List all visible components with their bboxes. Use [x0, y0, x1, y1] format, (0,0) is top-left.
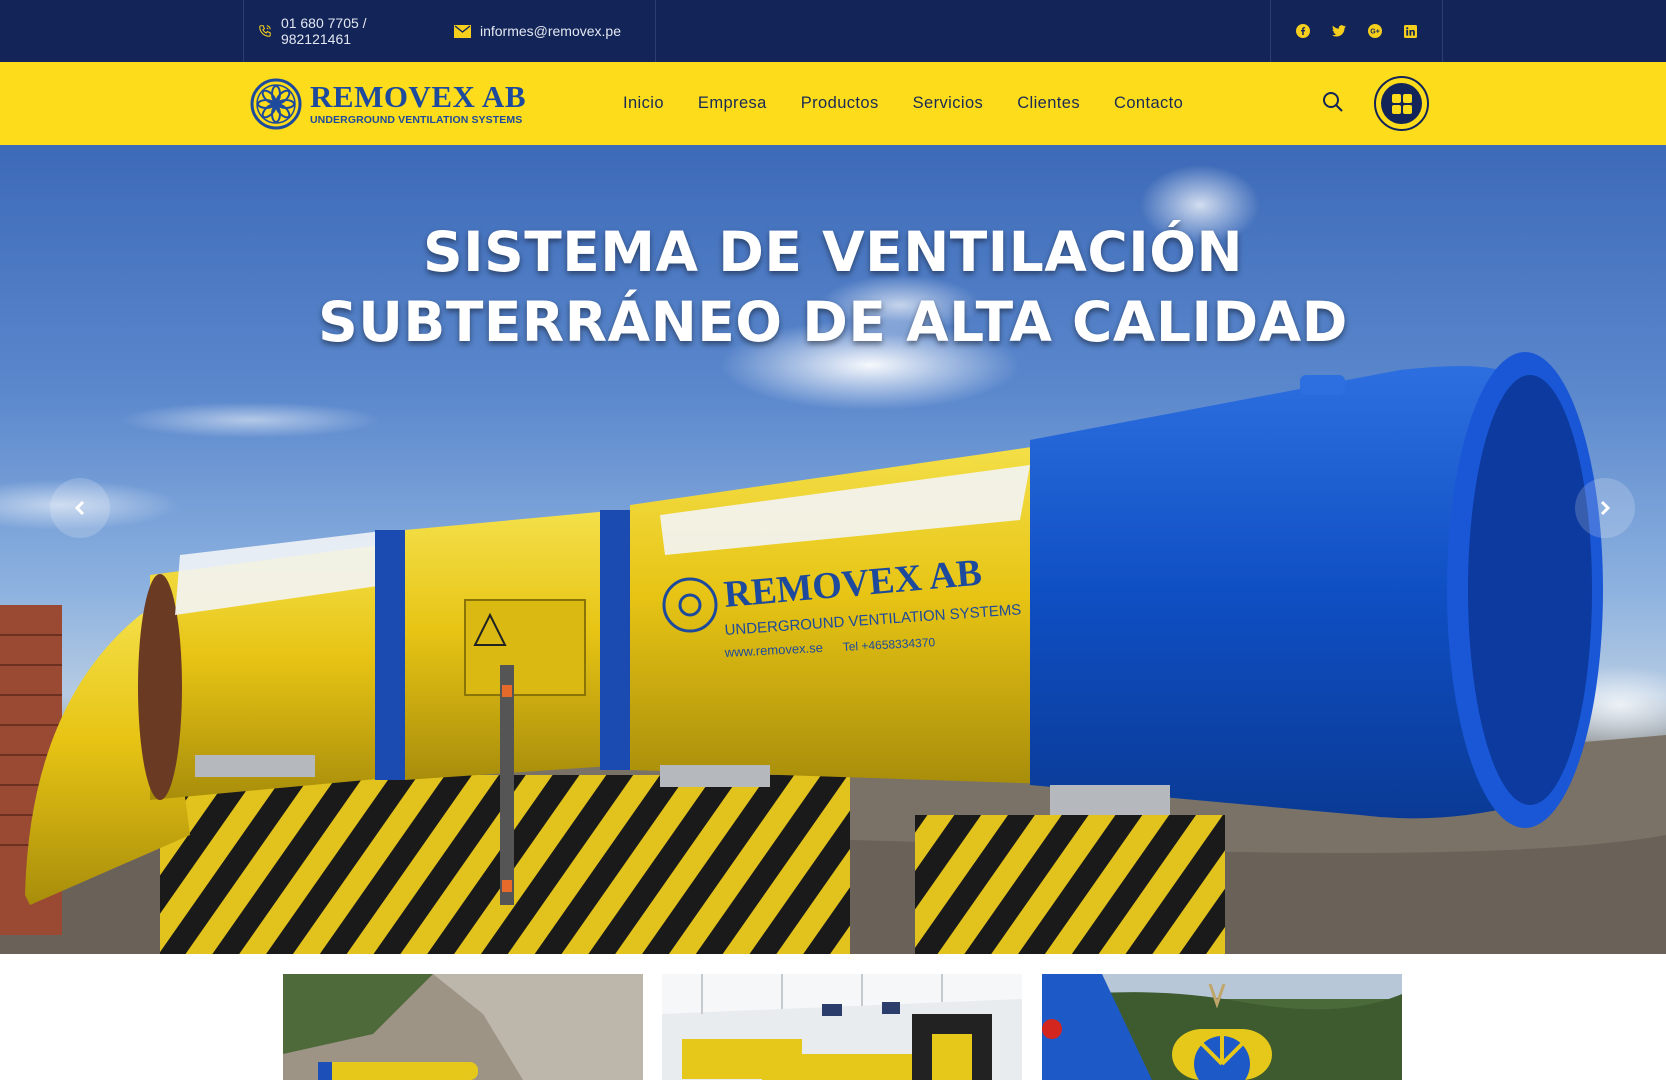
thumbnail-1-image: [283, 974, 643, 1080]
phone-contact[interactable]: 01 680 7705 / 982121461: [258, 15, 420, 47]
grid-menu-icon: [1391, 93, 1412, 114]
chevron-right-icon: [1600, 500, 1611, 516]
chevron-left-icon: [74, 500, 85, 516]
social-links: G+: [1270, 0, 1443, 62]
hero-headline-line2: SUBTERRÁNEO DE ALTA CALIDAD: [318, 290, 1348, 354]
nav-clientes[interactable]: Clientes: [1017, 94, 1080, 113]
nav-empresa[interactable]: Empresa: [698, 94, 767, 113]
thumbnail-2-image: [662, 974, 1022, 1080]
thumbnail-2[interactable]: [662, 974, 1022, 1080]
brand-logo[interactable]: REMOVEX AB UNDERGROUND VENTILATION SYSTE…: [250, 76, 526, 132]
google-plus-icon[interactable]: G+: [1367, 24, 1382, 38]
brand-name: REMOVEX AB: [310, 79, 526, 114]
thumbnail-1[interactable]: [283, 974, 643, 1080]
slider-next-button[interactable]: [1575, 478, 1635, 538]
mail-icon: [453, 24, 471, 38]
top-bar: 01 680 7705 / 982121461 informes@removex…: [0, 0, 1666, 62]
twitter-icon[interactable]: [1331, 24, 1346, 38]
hero-headline-line1: SISTEMA DE VENTILACIÓN: [423, 220, 1243, 284]
nav-productos[interactable]: Productos: [801, 94, 879, 113]
thumbnail-3[interactable]: [1042, 974, 1402, 1080]
nav-inicio[interactable]: Inicio: [623, 94, 664, 113]
main-header: REMOVEX AB UNDERGROUND VENTILATION SYSTE…: [0, 62, 1666, 145]
main-menu: Inicio Empresa Productos Servicios Clien…: [606, 62, 1200, 145]
side-menu-button[interactable]: [1374, 76, 1429, 131]
featured-thumbnails: [0, 954, 1666, 1080]
nav-servicios[interactable]: Servicios: [913, 94, 984, 113]
facebook-icon[interactable]: [1295, 24, 1310, 38]
linkedin-icon[interactable]: [1404, 24, 1418, 38]
nav-contacto[interactable]: Contacto: [1114, 94, 1183, 113]
fan-logo-icon: [250, 78, 302, 130]
phone-number: 01 680 7705 / 982121461: [280, 15, 367, 47]
slider-prev-button[interactable]: [50, 478, 110, 538]
svg-text:G+: G+: [1370, 29, 1380, 36]
search-button[interactable]: [1321, 90, 1345, 114]
phone-icon: [259, 25, 271, 37]
brand-tagline: UNDERGROUND VENTILATION SYSTEMS: [310, 114, 523, 126]
email-contact[interactable]: informes@removex.pe: [453, 23, 621, 39]
search-icon: [1323, 92, 1343, 112]
hero-slider: REMOVEX AB UNDERGROUND VENTILATION SYSTE…: [0, 145, 1666, 954]
thumbnail-3-image: [1042, 974, 1402, 1080]
contact-info: 01 680 7705 / 982121461 informes@removex…: [243, 0, 656, 62]
hero-headline: SISTEMA DE VENTILACIÓN SUBTERRÁNEO DE AL…: [0, 217, 1666, 357]
email-address: informes@removex.pe: [479, 23, 621, 39]
